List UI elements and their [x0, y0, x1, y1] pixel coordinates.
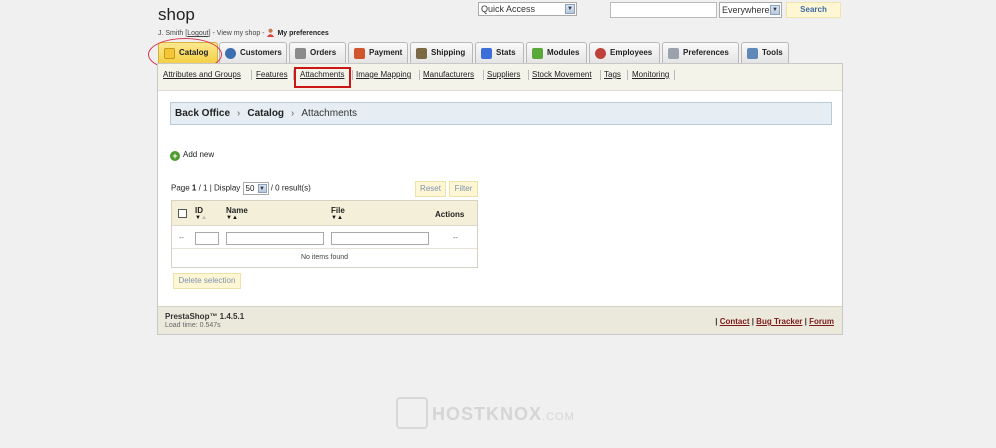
delete-selection-button[interactable]: Delete selection	[173, 273, 241, 289]
empty-message: No items found	[300, 254, 349, 261]
hostknox-logo-icon	[396, 397, 428, 429]
tab-tools[interactable]: Tools	[741, 42, 789, 64]
filter-file-input[interactable]	[331, 232, 429, 245]
table-header: ID ▼▲ Name ▼▲ File ▼▲ Actions	[172, 201, 477, 226]
add-icon: +	[170, 151, 180, 161]
add-new-link[interactable]: + Add new	[170, 150, 214, 161]
tab-shipping[interactable]: Shipping	[410, 42, 473, 64]
view-shop-link[interactable]: View my shop	[217, 30, 260, 37]
search-button[interactable]: Search	[786, 2, 841, 18]
chevron-down-icon: ▼	[565, 4, 575, 14]
divider	[483, 70, 484, 80]
payment-icon	[354, 48, 365, 59]
customers-icon	[225, 48, 236, 59]
divider	[528, 70, 529, 80]
watermark: HOSTKNOX.COM	[396, 397, 575, 429]
breadcrumb: Back Office › Catalog › Attachments	[170, 102, 832, 125]
attachments-table: ID ▼▲ Name ▼▲ File ▼▲ Actions -- -- No i…	[171, 200, 478, 268]
pagination: Page 1 / 1 | Display 50 ▼ / 0 result(s)	[171, 182, 311, 195]
quick-access-value: Quick Access	[481, 4, 536, 14]
chevron-down-icon: ▼	[257, 184, 267, 193]
user-bar: J. Smith [Logout] - View my shop - My pr…	[158, 28, 329, 37]
forum-link[interactable]: Forum	[809, 317, 834, 326]
add-new-label: Add new	[183, 150, 215, 159]
search-scope-value: Everywhere	[722, 5, 770, 15]
divider	[627, 70, 628, 80]
chevron-down-icon: ▼	[770, 5, 780, 15]
col-file: File	[331, 206, 345, 215]
per-page-select[interactable]: 50 ▼	[242, 182, 269, 195]
my-preferences-link[interactable]: My preferences	[277, 30, 328, 37]
contact-link[interactable]: Contact	[720, 317, 750, 326]
user-icon	[267, 28, 275, 37]
col-name: Name	[226, 206, 248, 215]
breadcrumb-root[interactable]: Back Office	[175, 108, 230, 119]
tab-payment[interactable]: Payment	[348, 42, 408, 64]
chevron-right-icon: ›	[237, 108, 241, 119]
filter-row: -- --	[172, 227, 477, 249]
search-scope-select[interactable]: Everywhere ▼	[719, 2, 782, 18]
divider	[352, 70, 353, 80]
filter-id-input[interactable]	[195, 232, 219, 245]
breadcrumb-current: Attachments	[301, 108, 357, 119]
tab-customers[interactable]: Customers	[219, 42, 287, 64]
filter-button[interactable]: Filter	[449, 181, 478, 197]
tab-stats[interactable]: Stats	[475, 42, 524, 64]
filter-name-input[interactable]	[226, 232, 324, 245]
main-panel: Attributes and Groups Features Attachmen…	[157, 63, 843, 335]
subnav-suppliers[interactable]: Suppliers	[487, 70, 520, 79]
tab-modules[interactable]: Modules	[526, 42, 587, 64]
sort-icon[interactable]: ▼▲	[226, 215, 238, 221]
subnav-stock-movement[interactable]: Stock Movement	[532, 70, 592, 79]
sub-navigation: Attributes and Groups Features Attachmen…	[158, 64, 842, 91]
wrench-icon	[747, 48, 758, 59]
sort-icon[interactable]: ▼▲	[195, 215, 207, 221]
logout-link[interactable]: Logout	[187, 30, 208, 37]
divider	[600, 70, 601, 80]
filter-dash: --	[179, 235, 184, 242]
shop-title: shop	[158, 5, 195, 24]
preferences-icon	[668, 48, 679, 59]
total-pages: 1	[203, 183, 208, 193]
divider	[674, 70, 675, 80]
subnav-features[interactable]: Features	[256, 70, 288, 79]
load-time: Load time: 0.547s	[165, 322, 221, 329]
version-text: PrestaShop™ 1.4.5.1	[165, 312, 245, 321]
chevron-right-icon: ›	[291, 108, 295, 119]
filter-dash: --	[453, 235, 458, 242]
tab-preferences[interactable]: Preferences	[662, 42, 739, 64]
puzzle-icon	[532, 48, 543, 59]
sort-icon[interactable]: ▼▲	[331, 215, 343, 221]
subnav-attributes[interactable]: Attributes and Groups	[163, 70, 241, 79]
search-input[interactable]	[610, 2, 717, 18]
current-page: 1	[191, 183, 197, 193]
subnav-monitoring[interactable]: Monitoring	[632, 70, 669, 79]
truck-icon	[416, 48, 427, 59]
chart-icon	[481, 48, 492, 59]
user-name: J. Smith	[158, 30, 184, 37]
footer-links: | Contact | Bug Tracker | Forum	[715, 317, 834, 326]
bug-tracker-link[interactable]: Bug Tracker	[756, 317, 802, 326]
subnav-tags[interactable]: Tags	[604, 70, 621, 79]
result-count: / 0 result(s)	[270, 183, 311, 193]
employees-icon	[595, 48, 606, 59]
breadcrumb-section[interactable]: Catalog	[247, 108, 284, 119]
highlight-box	[294, 67, 351, 88]
select-all-checkbox[interactable]	[178, 209, 187, 218]
divider	[251, 70, 252, 80]
cart-icon	[295, 48, 306, 59]
col-actions: Actions	[435, 210, 465, 219]
footer: PrestaShop™ 1.4.5.1 Load time: 0.547s | …	[158, 306, 842, 334]
subnav-image-mapping[interactable]: Image Mapping	[356, 70, 411, 79]
tab-orders[interactable]: Orders	[289, 42, 346, 64]
tab-employees[interactable]: Employees	[589, 42, 660, 64]
subnav-manufacturers[interactable]: Manufacturers	[423, 70, 474, 79]
divider	[419, 70, 420, 80]
col-id: ID	[195, 206, 203, 215]
reset-button[interactable]: Reset	[415, 181, 446, 197]
quick-access-select[interactable]: Quick Access ▼	[478, 2, 577, 16]
